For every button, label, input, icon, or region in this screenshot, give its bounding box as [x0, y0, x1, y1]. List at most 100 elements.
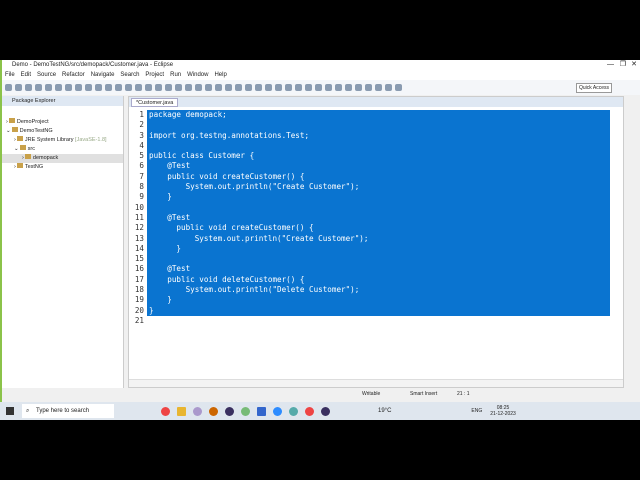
toolbar-button-icon[interactable]: [115, 84, 122, 91]
dollar-app-icon[interactable]: [209, 406, 218, 416]
menu-run[interactable]: Run: [170, 70, 181, 80]
weather[interactable]: 19°C: [378, 408, 391, 414]
toolbar-button-icon[interactable]: [265, 84, 272, 91]
toolbar-button-icon[interactable]: [85, 84, 92, 91]
toolbar-button-icon[interactable]: [215, 84, 222, 91]
expand-arrow-icon[interactable]: ⌄: [14, 146, 19, 152]
toolbar-button-icon[interactable]: [15, 84, 22, 91]
chrome-icon[interactable]: [305, 406, 314, 416]
menu-edit[interactable]: Edit: [21, 70, 31, 80]
expand-arrow-icon[interactable]: ›: [6, 119, 8, 125]
horizontal-scrollbar[interactable]: [129, 379, 623, 387]
code-editor[interactable]: *Customer.java 1 package demopack; 2 3 impor…: [128, 96, 624, 388]
toolbar-button-icon[interactable]: [25, 84, 32, 91]
code-line[interactable]: 7 public void createCustomer() {: [129, 171, 610, 183]
code-line[interactable]: 6 @Test: [129, 161, 610, 172]
expand-arrow-icon[interactable]: ›: [22, 155, 24, 161]
code-line[interactable]: 8 System.out.println("Create Customer");: [129, 182, 610, 193]
app-icon[interactable]: [289, 406, 298, 416]
code-line[interactable]: 4: [129, 140, 610, 152]
toolbar-button-icon[interactable]: [65, 84, 72, 91]
expand-arrow-icon[interactable]: ›: [14, 137, 16, 143]
code-line[interactable]: 21: [129, 316, 610, 326]
code-line[interactable]: 18 System.out.println("Delete Customer")…: [129, 285, 610, 296]
menu-refactor[interactable]: Refactor: [62, 70, 85, 80]
toolbar-button-icon[interactable]: [45, 84, 52, 91]
toolbar-button-icon[interactable]: [145, 84, 152, 91]
windows-start-icon[interactable]: [6, 407, 14, 415]
toolbar-button-icon[interactable]: [295, 84, 302, 91]
toolbar-button-icon[interactable]: [345, 84, 352, 91]
tree-item[interactable]: ⌄ src: [2, 145, 123, 154]
toolbar-button-icon[interactable]: [305, 84, 312, 91]
toolbar-button-icon[interactable]: [95, 84, 102, 91]
minimize-button[interactable]: —: [607, 60, 614, 70]
tree-item[interactable]: › JRE System Library [JavaSE-1.8]: [2, 136, 123, 145]
toolbar-button-icon[interactable]: [225, 84, 232, 91]
code-line[interactable]: 5 public class Customer {: [129, 151, 610, 162]
clock[interactable]: 08:25 21-12-2023: [490, 405, 516, 417]
code-line[interactable]: 11 @Test: [129, 212, 610, 224]
toolbar-button-icon[interactable]: [155, 84, 162, 91]
code-line[interactable]: 20}: [129, 305, 610, 316]
toolbar-button-icon[interactable]: [395, 84, 402, 91]
maximize-button[interactable]: ❐: [620, 60, 626, 70]
toolbar-button-icon[interactable]: [175, 84, 182, 91]
toolbar-button-icon[interactable]: [365, 84, 372, 91]
code-line[interactable]: 13 System.out.println("Create Customer")…: [129, 233, 610, 244]
toolbar-button-icon[interactable]: [35, 84, 42, 91]
toolbar-button-icon[interactable]: [375, 84, 382, 91]
outlook-icon[interactable]: [257, 406, 266, 416]
taskbar-search[interactable]: ⌕ Type here to search: [22, 404, 114, 418]
tree-item[interactable]: ⌄ DemoTestNG: [2, 127, 123, 136]
eclipse-icon[interactable]: [225, 406, 234, 416]
tree-item[interactable]: › TestNG: [2, 163, 123, 172]
menu-window[interactable]: Window: [187, 70, 208, 80]
toolbar-button-icon[interactable]: [55, 84, 62, 91]
eclipse-icon[interactable]: [321, 406, 330, 416]
toolbar-button-icon[interactable]: [5, 84, 12, 91]
toolbar-button-icon[interactable]: [125, 84, 132, 91]
app-icon[interactable]: [193, 406, 202, 416]
toolbar-button-icon[interactable]: [355, 84, 362, 91]
code-line[interactable]: 14 }: [129, 243, 610, 255]
code-line[interactable]: 10: [129, 202, 610, 213]
toolbar-button-icon[interactable]: [195, 84, 202, 91]
menu-search[interactable]: Search: [120, 70, 139, 80]
code-line[interactable]: 15: [129, 254, 610, 265]
package-explorer-title[interactable]: Package Explorer: [12, 98, 55, 104]
quick-access-input[interactable]: Quick Access: [575, 83, 612, 93]
toolbar-button-icon[interactable]: [275, 84, 282, 91]
toolbar-button-icon[interactable]: [75, 84, 82, 91]
expand-arrow-icon[interactable]: ⌄: [6, 128, 11, 134]
toolbar-button-icon[interactable]: [165, 84, 172, 91]
menu-file[interactable]: File: [5, 70, 15, 80]
toolbar-button-icon[interactable]: [385, 84, 392, 91]
menu-source[interactable]: Source: [37, 70, 56, 80]
toolbar-button-icon[interactable]: [285, 84, 292, 91]
app-icon[interactable]: [241, 406, 250, 416]
menu-navigate[interactable]: Navigate: [91, 70, 115, 80]
tree-item[interactable]: › DemoProject: [2, 118, 123, 127]
menu-project[interactable]: Project: [145, 70, 164, 80]
code-line[interactable]: 12 public void createCustomer() {: [129, 223, 610, 234]
close-button[interactable]: ✕: [631, 60, 637, 70]
code-line[interactable]: 16 @Test: [129, 264, 610, 275]
toolbar-button-icon[interactable]: [205, 84, 212, 91]
toolbar-button-icon[interactable]: [315, 84, 322, 91]
toolbar-button-icon[interactable]: [325, 84, 332, 91]
toolbar-button-icon[interactable]: [135, 84, 142, 91]
code-line[interactable]: 2: [129, 120, 610, 131]
code-line[interactable]: 9 }: [129, 192, 610, 203]
chrome-icon[interactable]: [161, 406, 170, 416]
file-explorer-icon[interactable]: [177, 406, 186, 416]
tree-item[interactable]: › demopack: [2, 154, 123, 163]
code-line[interactable]: 19 }: [129, 295, 610, 306]
code-line[interactable]: 3 import org.testng.annotations.Test;: [129, 130, 610, 141]
toolbar-button-icon[interactable]: [335, 84, 342, 91]
menu-help[interactable]: Help: [214, 70, 226, 80]
toolbar-button-icon[interactable]: [255, 84, 262, 91]
tab-customer-java[interactable]: *Customer.java: [131, 98, 179, 107]
expand-arrow-icon[interactable]: ›: [14, 164, 16, 170]
code-line[interactable]: 1 package demopack;: [129, 110, 610, 121]
